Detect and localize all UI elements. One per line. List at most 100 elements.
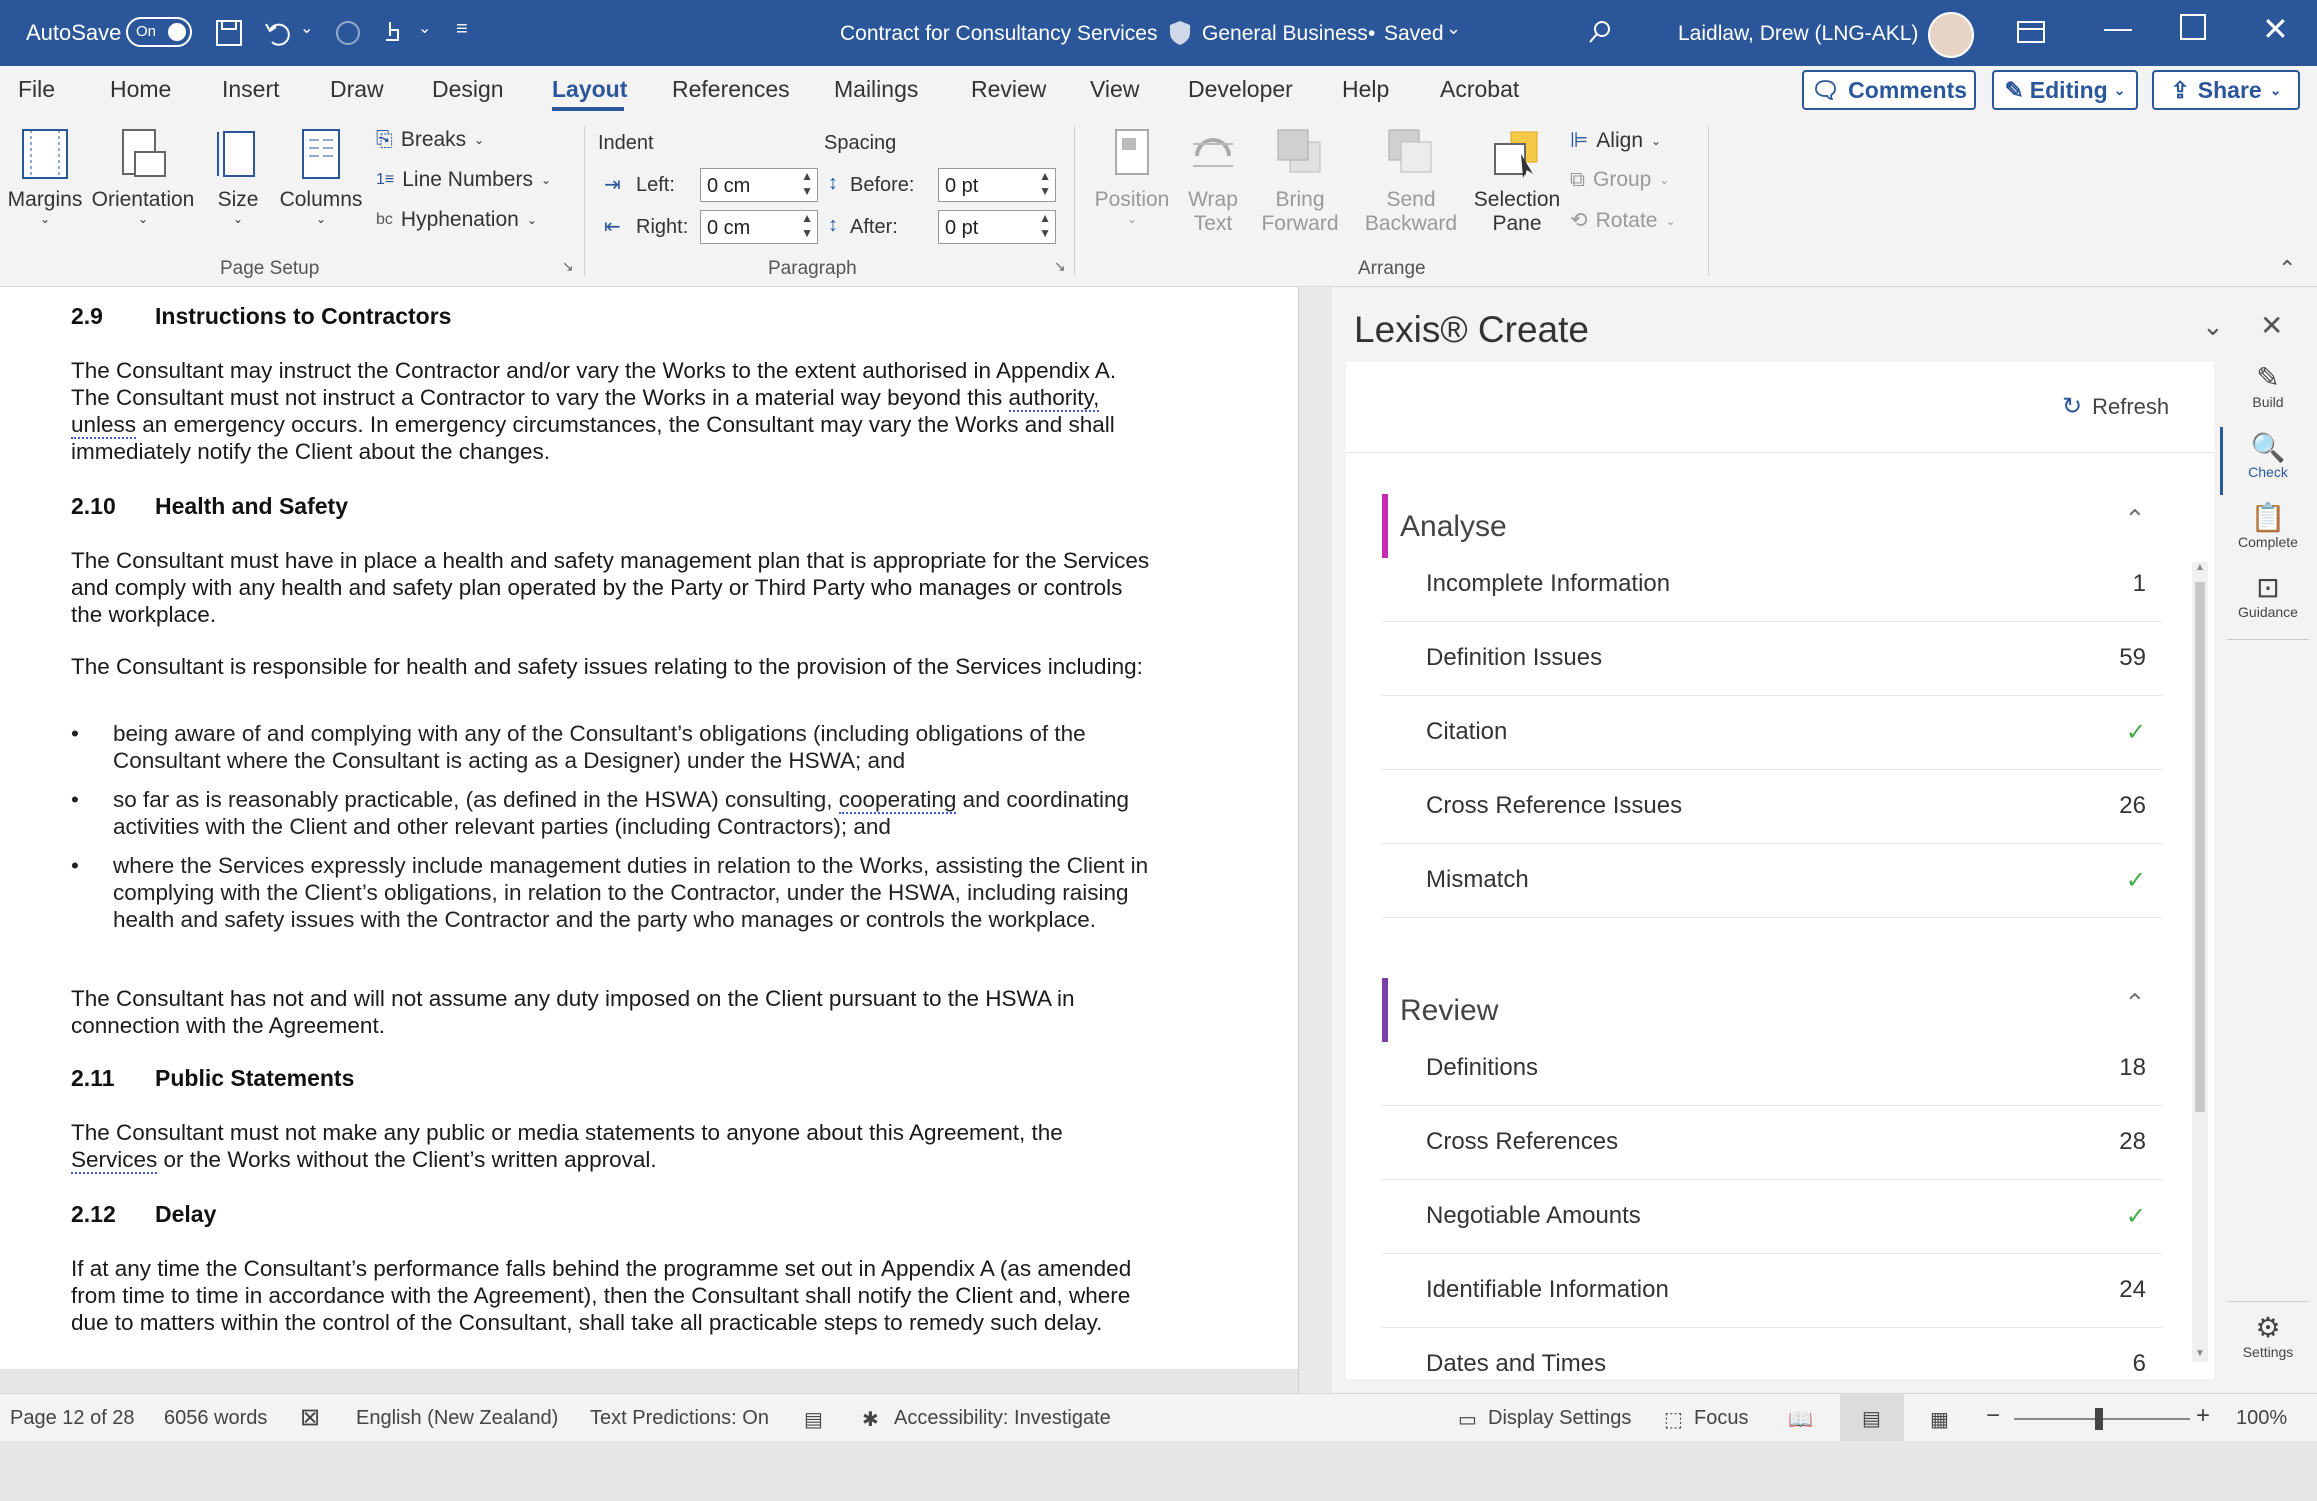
rotate-button[interactable]: ⟲ Rotate ⌄ (1570, 208, 1676, 233)
size-button[interactable]: Size ⌄ (208, 126, 268, 226)
list-item[interactable]: Citation ✓ (1382, 696, 2162, 770)
menu-insert[interactable]: Insert (222, 76, 280, 103)
scroll-down-icon[interactable]: ▼ (2195, 1348, 2205, 1359)
columns-button[interactable]: Columns ⌄ (274, 126, 368, 226)
chevron-up-icon[interactable]: ⌃ (2124, 988, 2146, 1019)
sensitivity-label[interactable]: General Business (1202, 22, 1368, 46)
ribbon-display-icon[interactable] (2016, 20, 2046, 44)
position-button[interactable]: Position ⌄ (1090, 126, 1174, 226)
maximize-icon[interactable] (2180, 14, 2206, 40)
spinner-arrows-icon[interactable]: ▲ ▼ (801, 169, 813, 199)
comments-button[interactable]: 🗨 Comments (1802, 70, 1976, 110)
dialog-launcher-icon[interactable]: ↘ (562, 258, 574, 275)
chevron-down-icon[interactable]: ⌄ (1446, 18, 1461, 39)
send-backward-button[interactable]: Send Backward (1358, 126, 1464, 236)
pane-splitter[interactable] (1298, 287, 1333, 1393)
menu-developer[interactable]: Developer (1188, 76, 1293, 103)
selection-pane-button[interactable]: Selection Pane (1468, 126, 1566, 236)
display-settings-button[interactable]: Display Settings (1488, 1407, 1631, 1430)
margins-button[interactable]: Margins ⌄ (6, 126, 84, 226)
pane-options-chevron-icon[interactable]: ⌄ (2202, 311, 2224, 342)
undo-dropdown-icon[interactable]: ⌄ (300, 18, 313, 38)
breaks-button[interactable]: ⎘ Breaks ⌄ (376, 128, 484, 152)
scroll-up-icon[interactable]: ▲ (2195, 562, 2205, 573)
dialog-launcher-icon[interactable]: ↘ (1054, 258, 1066, 275)
wrap-text-button[interactable]: Wrap Text (1180, 126, 1246, 236)
close-pane-icon[interactable]: ✕ (2260, 309, 2283, 342)
save-state[interactable]: Saved (1384, 22, 1444, 46)
menu-home[interactable]: Home (110, 76, 171, 103)
indent-right-input[interactable]: 0 cm ▲ ▼ (700, 210, 818, 244)
menu-acrobat[interactable]: Acrobat (1440, 76, 1519, 103)
read-mode-icon[interactable]: 📖 (1788, 1407, 1813, 1432)
minimize-icon[interactable]: — (2104, 12, 2132, 44)
undo-icon[interactable] (262, 18, 292, 48)
group-button[interactable]: ⧉ Group ⌄ (1570, 168, 1669, 192)
list-item[interactable]: Negotiable Amounts ✓ (1382, 1180, 2162, 1254)
touch-dropdown-icon[interactable]: ⌄ (418, 18, 431, 38)
page-indicator[interactable]: Page 12 of 28 (10, 1407, 135, 1430)
list-item[interactable]: Definitions 18 (1382, 1032, 2162, 1106)
check-tool[interactable]: 🔍 Check (2227, 431, 2309, 480)
list-item[interactable]: Cross Reference Issues 26 (1382, 770, 2162, 844)
zoom-out-icon[interactable]: − (1986, 1402, 2000, 1430)
line-numbers-button[interactable]: 1≡ Line Numbers ⌄ (376, 168, 551, 192)
menu-mailings[interactable]: Mailings (834, 76, 918, 103)
editing-button[interactable]: ✎ Editing ⌄ (1992, 70, 2138, 110)
redo-icon[interactable] (333, 18, 363, 48)
search-icon[interactable] (1586, 18, 1614, 46)
web-layout-icon[interactable]: ▦ (1930, 1407, 1949, 1432)
spinner-arrows-icon[interactable]: ▲ ▼ (1039, 169, 1051, 199)
spacing-after-input[interactable]: 0 pt ▲ ▼ (938, 210, 1056, 244)
orientation-button[interactable]: Orientation ⌄ (90, 126, 196, 226)
menu-draw[interactable]: Draw (330, 76, 384, 103)
guidance-tool[interactable]: ⊡ Guidance (2227, 571, 2309, 620)
hyphenation-button[interactable]: bc Hyphenation ⌄ (376, 208, 537, 232)
scrollbar-thumb[interactable] (2195, 582, 2205, 1112)
list-item[interactable]: Incomplete Information 1 (1382, 548, 2162, 622)
customize-qat-icon[interactable]: ≡ (456, 18, 468, 41)
user-name[interactable]: Laidlaw, Drew (LNG-AKL) (1678, 22, 1918, 46)
refresh-button[interactable]: ↻ Refresh (2062, 392, 2169, 421)
menu-references[interactable]: References (672, 76, 790, 103)
word-count[interactable]: 6056 words (164, 1407, 267, 1430)
menu-review[interactable]: Review (971, 76, 1046, 103)
chevron-up-icon[interactable]: ⌃ (2124, 504, 2146, 535)
touch-mode-icon[interactable] (378, 16, 408, 48)
document-page[interactable]: 2.9 Instructions to Contractors The Consu… (0, 287, 1298, 1369)
list-item[interactable]: Mismatch ✓ (1382, 844, 2162, 918)
complete-tool[interactable]: 📋 Complete (2227, 501, 2309, 550)
close-icon[interactable]: ✕ (2262, 10, 2289, 48)
save-icon[interactable] (214, 18, 244, 48)
spacing-before-input[interactable]: 0 pt ▲ ▼ (938, 168, 1056, 202)
menu-file[interactable]: File (18, 76, 55, 103)
focus-button[interactable]: Focus (1694, 1407, 1748, 1430)
zoom-in-icon[interactable]: + (2196, 1402, 2210, 1430)
collapse-ribbon-icon[interactable]: ⌃ (2278, 256, 2296, 282)
menu-view[interactable]: View (1090, 76, 1139, 103)
list-item[interactable]: Dates and Times 6 (1382, 1328, 2162, 1378)
share-button[interactable]: ⇪ Share ⌄ (2152, 70, 2300, 110)
build-tool[interactable]: ✎ Build (2227, 361, 2309, 410)
zoom-slider-thumb[interactable] (2095, 1408, 2103, 1430)
bring-forward-button[interactable]: Bring Forward (1252, 126, 1348, 236)
autosave-toggle[interactable]: On (126, 17, 192, 47)
align-button[interactable]: ⊫ Align ⌄ (1570, 128, 1661, 153)
menu-help[interactable]: Help (1342, 76, 1389, 103)
list-item[interactable]: Identifiable Information 24 (1382, 1254, 2162, 1328)
spinner-arrows-icon[interactable]: ▲ ▼ (1039, 211, 1051, 241)
indent-left-input[interactable]: 0 cm ▲ ▼ (700, 168, 818, 202)
menu-design[interactable]: Design (432, 76, 504, 103)
flagged-text[interactable]: cooperating (838, 787, 957, 814)
macro-icon[interactable]: ▤ (804, 1407, 823, 1432)
accessibility-status[interactable]: Accessibility: Investigate (894, 1407, 1111, 1430)
list-item[interactable]: Cross References 28 (1382, 1106, 2162, 1180)
scrollbar[interactable]: ▲ ▼ (2192, 562, 2208, 1362)
print-layout-button[interactable]: ▤ (1840, 1394, 1904, 1442)
menu-layout[interactable]: Layout (552, 76, 627, 103)
proofing-icon[interactable]: ⊠ (300, 1403, 320, 1432)
settings-tool[interactable]: ⚙ Settings (2227, 1311, 2309, 1360)
avatar[interactable] (1928, 12, 1974, 58)
spinner-arrows-icon[interactable]: ▲ ▼ (801, 211, 813, 241)
zoom-level[interactable]: 100% (2236, 1407, 2287, 1430)
